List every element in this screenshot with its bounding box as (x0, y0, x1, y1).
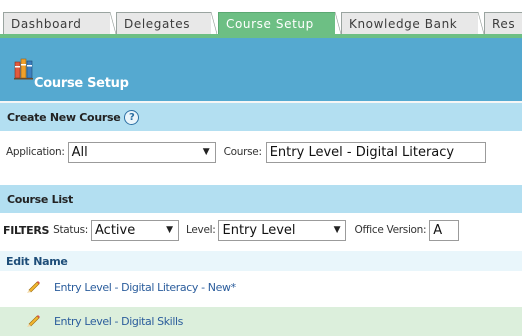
table-row: Entry Level - Digital Literacy - New* (0, 274, 522, 301)
course-label: Course: (223, 146, 262, 158)
dropdown-arrow-icon: ▼ (202, 146, 210, 157)
tab-resources[interactable]: Res (484, 12, 522, 34)
tab-bar: Dashboard Delegates Course Setup Knowled… (0, 0, 522, 36)
tab-dashboard[interactable]: Dashboard (3, 12, 111, 34)
edit-pencil-icon[interactable] (26, 313, 40, 327)
office-version-value: A (433, 222, 443, 238)
filters-row: FILTERS Status: Active ▼ Level: Entry Le… (0, 219, 522, 241)
tab-label: Dashboard (11, 16, 82, 31)
filters-label: FILTERS (3, 223, 50, 237)
page-title: Course Setup (34, 76, 129, 91)
status-label: Status: (53, 224, 89, 236)
dropdown-arrow-icon: ▼ (166, 224, 174, 235)
course-name-link[interactable]: Entry Level - Digital Literacy - New* (54, 281, 236, 294)
help-icon[interactable]: ? (124, 109, 140, 125)
table-header: Edit Name (0, 251, 522, 271)
create-course-bar: Create New Course ? (0, 103, 522, 131)
column-header-name: Name (33, 254, 68, 268)
tab-label: Res (492, 16, 516, 31)
application-select[interactable]: All ▼ (67, 141, 216, 163)
course-list-bar: Course List (0, 185, 522, 213)
application-value: All (71, 144, 88, 160)
application-label: Application: (6, 146, 65, 158)
tab-delegates[interactable]: Delegates (116, 12, 212, 34)
section-title: Course List (7, 192, 74, 206)
course-name-link[interactable]: Entry Level - Digital Skills (54, 315, 183, 328)
tab-knowledge-bank[interactable]: Knowledge Bank (341, 12, 479, 34)
status-select[interactable]: Active ▼ (91, 219, 180, 241)
course-select[interactable]: Entry Level - Digital Literacy (265, 141, 486, 163)
table-row: Entry Level - Digital Skills (0, 307, 522, 336)
dropdown-arrow-icon: ▼ (333, 224, 341, 235)
page-header (0, 38, 522, 102)
office-version-select[interactable]: A (429, 219, 460, 241)
course-value: Entry Level - Digital Literacy (269, 144, 455, 160)
tab-divider (211, 12, 217, 34)
create-course-row: Application: All ▼ Course: Entry Level -… (0, 141, 522, 163)
section-title: Create New Course (7, 110, 121, 124)
edit-pencil-icon[interactable] (26, 279, 40, 293)
level-label: Level: (186, 224, 216, 236)
tab-label: Knowledge Bank (349, 16, 458, 31)
status-value: Active (95, 222, 136, 238)
office-version-label: Office Version: (354, 224, 427, 236)
tab-label: Course Setup (226, 16, 314, 31)
tab-course-setup[interactable]: Course Setup (218, 12, 336, 34)
level-value: Entry Level (222, 222, 296, 238)
books-icon (14, 58, 33, 80)
tab-label: Delegates (124, 16, 191, 31)
column-header-edit: Edit (6, 254, 30, 268)
level-select[interactable]: Entry Level ▼ (218, 219, 347, 241)
